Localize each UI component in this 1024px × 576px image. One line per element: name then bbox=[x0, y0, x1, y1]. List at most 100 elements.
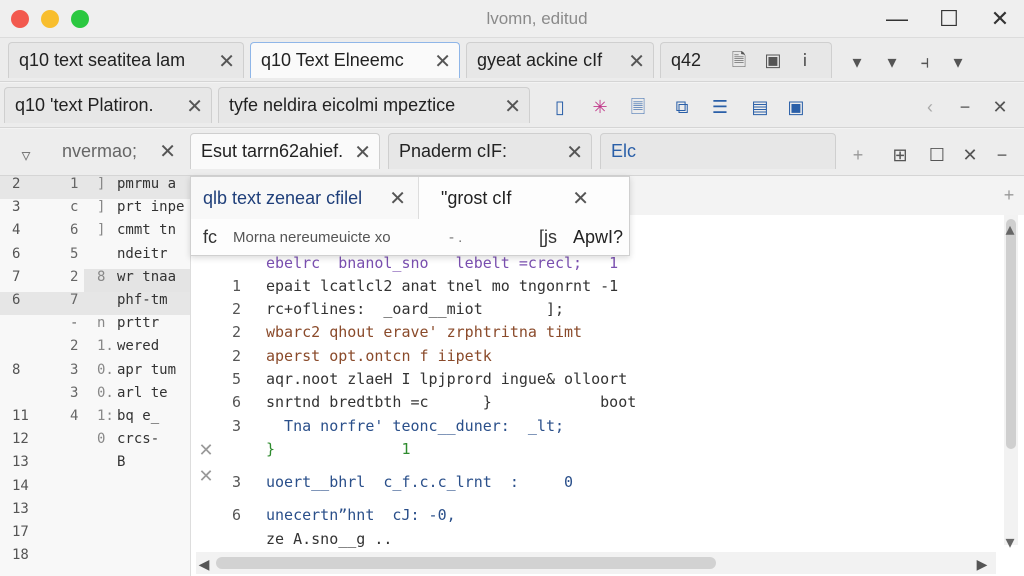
add-icon[interactable]: + bbox=[997, 183, 1021, 207]
close-icon[interactable]: ✕ bbox=[958, 143, 982, 167]
tab-primary-3[interactable]: gyeat ackine cIf ✕ bbox=[466, 42, 654, 78]
pin-icon[interactable]: ⊞ bbox=[888, 143, 912, 167]
outline-text[interactable]: phf-tm bbox=[117, 292, 168, 308]
code-line[interactable]: ze A.sno__g .. bbox=[266, 530, 392, 548]
copy-icon[interactable]: ⧉ bbox=[670, 95, 694, 119]
line-number: 11 bbox=[12, 408, 29, 424]
close-tab-icon[interactable]: ✕ bbox=[566, 140, 583, 165]
close-icon[interactable]: ✕ bbox=[194, 464, 218, 488]
close-tab-icon[interactable]: ✕ bbox=[504, 94, 521, 119]
chevron-left-icon[interactable]: ‹ bbox=[918, 95, 942, 119]
split-icon[interactable]: ⫞ bbox=[913, 50, 937, 74]
minimize-icon[interactable]: − bbox=[990, 143, 1014, 167]
tab-editor-3[interactable]: Pnaderm cIF: ✕ bbox=[388, 133, 592, 169]
tab-editor-2[interactable]: Esut tarrn62ahief. ✕ bbox=[190, 133, 380, 169]
tab-label: tyfe neldira eicolmi mpeztice bbox=[229, 95, 456, 115]
close-tab-icon[interactable]: ✕ bbox=[354, 140, 371, 165]
close-icon[interactable]: ✕ bbox=[572, 186, 589, 211]
tab-editor-1[interactable]: nvermao; ✕ bbox=[52, 133, 184, 169]
outline-text[interactable]: prttr bbox=[117, 315, 159, 331]
outline-text[interactable]: prt inpe bbox=[117, 199, 184, 215]
gutter-row: 2 1. wered bbox=[0, 338, 190, 361]
outline-text[interactable]: ndeitr bbox=[117, 246, 168, 262]
file-icon[interactable]: ▯ bbox=[548, 95, 572, 119]
gutter-row: 7 2 8 wr tnaa bbox=[0, 268, 190, 292]
comment-icon[interactable]: ▤ bbox=[748, 95, 772, 119]
document-icon[interactable]: 🗎 bbox=[727, 48, 751, 72]
popup-item-2[interactable]: "grost cIf ✕ bbox=[427, 177, 605, 219]
scroll-down-icon[interactable]: ▾ bbox=[998, 530, 1022, 554]
tab-row-primary: q10 text seatitea lam ✕ q10 Text Elneemc… bbox=[0, 38, 1024, 82]
outline-text[interactable]: apr tum bbox=[117, 362, 176, 378]
outline-text[interactable]: wered bbox=[117, 338, 159, 354]
outline-text[interactable]: pmrmu a bbox=[117, 176, 176, 192]
collapse-icon[interactable]: ▿ bbox=[14, 143, 38, 167]
code-line[interactable]: uoert__bhrl c_f.c.c_lrnt : 0 bbox=[266, 473, 573, 491]
add-icon[interactable]: + bbox=[846, 143, 870, 167]
image-icon[interactable]: ▣ bbox=[761, 48, 785, 72]
close-tab-icon[interactable]: ✕ bbox=[628, 49, 645, 74]
maximize-icon[interactable]: ☐ bbox=[925, 143, 949, 167]
code-line[interactable]: unecertn”hnt cJ: -0, bbox=[266, 506, 456, 524]
outline-text[interactable]: cmmt tn bbox=[117, 222, 176, 238]
code-line[interactable]: epait lcatlcl2 anat tnel mo tngonrnt -1 bbox=[266, 277, 618, 295]
close-icon[interactable]: ✕ bbox=[988, 95, 1012, 119]
tab-secondary-2[interactable]: tyfe neldira eicolmi mpeztice ✕ bbox=[218, 87, 530, 123]
close-tab-icon[interactable]: ✕ bbox=[218, 49, 235, 74]
list-icon[interactable]: ☰ bbox=[708, 95, 732, 119]
outline-index: 5 bbox=[70, 245, 79, 262]
line-number: 7 bbox=[12, 268, 21, 285]
maximize-icon[interactable]: ☐ bbox=[934, 5, 964, 33]
vertical-scrollbar[interactable] bbox=[1004, 215, 1018, 545]
tab-label: Pnaderm cIF: bbox=[399, 141, 508, 161]
close-tab-icon[interactable]: ✕ bbox=[159, 139, 176, 164]
code-line[interactable]: rc+oflines: _oard__miot ]; bbox=[266, 300, 564, 318]
gutter-row: 3 0. arl te bbox=[0, 385, 190, 408]
code-line[interactable]: snrtnd bredtbth =c } boot bbox=[266, 393, 636, 411]
scroll-thumb[interactable] bbox=[1006, 219, 1016, 449]
code-line[interactable]: ebelrc bnanol_sno lebelt =crecl; 1 bbox=[266, 254, 618, 272]
close-icon[interactable]: ✕ bbox=[389, 186, 406, 211]
terminal-icon[interactable]: ▣ bbox=[784, 95, 808, 119]
sparkle-icon[interactable]: ✳ bbox=[588, 95, 612, 119]
code-line[interactable]: aqr.noot zlaeH I lpjprord ingue& olloort bbox=[266, 370, 627, 388]
scroll-up-icon[interactable]: ▴ bbox=[998, 217, 1022, 241]
scroll-thumb[interactable] bbox=[216, 557, 716, 569]
tab-primary-1[interactable]: q10 text seatitea lam ✕ bbox=[8, 42, 244, 78]
tab-primary-4[interactable]: q42 🗎 ▣ Ꭵ bbox=[660, 42, 832, 78]
popup-item-1[interactable]: qlb text zenear cfilel ✕ bbox=[191, 177, 419, 219]
gutter-row: 4 6] cmmt tn bbox=[0, 222, 190, 245]
minimize-icon[interactable]: — bbox=[882, 5, 912, 33]
code-line-number: 5 bbox=[232, 370, 242, 388]
outline-text[interactable]: bq e_ bbox=[117, 408, 159, 424]
gutter-row: 13 B bbox=[0, 454, 190, 477]
minimize-icon[interactable]: − bbox=[953, 95, 977, 119]
outline-marker: 8 bbox=[97, 268, 106, 285]
tab-primary-2[interactable]: q10 Text Elneemc ✕ bbox=[250, 42, 460, 78]
document-icon[interactable]: 🗏 bbox=[626, 95, 650, 119]
close-tab-icon[interactable]: ✕ bbox=[186, 94, 203, 119]
close-icon[interactable]: ✕ bbox=[985, 5, 1015, 33]
line-number: 2 bbox=[12, 176, 21, 192]
close-icon[interactable]: ✕ bbox=[194, 438, 218, 462]
gutter-row: 6 7 phf-tm bbox=[0, 292, 190, 315]
code-line[interactable]: Tna norfre' teonc__duner: _lt; bbox=[266, 417, 564, 435]
tab-secondary-1[interactable]: q10 'text Platiron. ✕ bbox=[4, 87, 212, 123]
chevron-down-icon[interactable]: ▾ bbox=[845, 50, 869, 74]
tab-editor-4[interactable]: Elc bbox=[600, 133, 836, 169]
outline-text[interactable]: B bbox=[117, 454, 125, 470]
scroll-right-icon[interactable]: ▶ bbox=[970, 552, 994, 576]
code-line[interactable]: aperst opt.ontcn f iipetk bbox=[266, 347, 492, 365]
outline-text[interactable]: arl te bbox=[117, 385, 168, 401]
close-tab-icon[interactable]: ✕ bbox=[434, 49, 451, 74]
text-icon[interactable]: Ꭵ bbox=[793, 48, 817, 72]
chevron-down-icon[interactable]: ▾ bbox=[880, 50, 904, 74]
code-line[interactable]: } 1 bbox=[266, 440, 411, 458]
outline-text[interactable]: wr tnaa bbox=[117, 269, 176, 285]
horizontal-scrollbar[interactable] bbox=[196, 552, 996, 574]
outline-text[interactable]: crcs- bbox=[117, 431, 159, 447]
scroll-left-icon[interactable]: ◀ bbox=[192, 552, 216, 576]
code-line[interactable]: wbarc2 qhout erave' zrphtritna timt bbox=[266, 323, 582, 341]
popup-action[interactable]: ApwI? bbox=[573, 227, 623, 248]
chevron-down-icon[interactable]: ▾ bbox=[946, 50, 970, 74]
